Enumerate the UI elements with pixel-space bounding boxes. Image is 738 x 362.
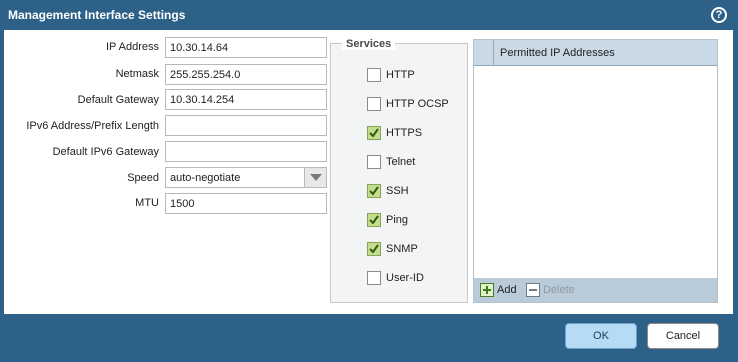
permitted-ip-column-header[interactable]: Permitted IP Addresses: [500, 47, 615, 59]
mtu-input[interactable]: [165, 193, 327, 214]
telnet-checkbox[interactable]: [367, 155, 381, 169]
grid-header: Permitted IP Addresses: [474, 40, 717, 66]
permitted-ip-grid: Permitted IP Addresses Add Delete: [473, 39, 718, 303]
speed-select-value: auto-negotiate: [170, 172, 241, 184]
add-label: Add: [497, 284, 517, 296]
telnet-label: Telnet: [386, 156, 416, 168]
help-icon[interactable]: ?: [711, 7, 727, 23]
ssh-label: SSH: [386, 185, 409, 197]
ip-address-label: IP Address: [106, 41, 159, 53]
services-legend: Services: [342, 38, 396, 50]
speed-select[interactable]: auto-negotiate: [165, 167, 327, 188]
netmask-label: Netmask: [115, 68, 159, 80]
ipv6-address-input[interactable]: [165, 115, 327, 136]
speed-label: Speed: [127, 172, 159, 184]
dialog-titlebar: Management Interface Settings ?: [0, 0, 738, 30]
checkmark-icon: [369, 244, 379, 254]
checkmark-icon: [369, 186, 379, 196]
ip-address-input[interactable]: [165, 37, 327, 58]
https-checkbox[interactable]: [367, 126, 381, 140]
ipv6-address-label: IPv6 Address/Prefix Length: [26, 120, 159, 132]
snmp-checkbox[interactable]: [367, 242, 381, 256]
checkmark-icon: [369, 215, 379, 225]
checkmark-icon: [369, 128, 379, 138]
http-label: HTTP: [386, 69, 415, 81]
https-label: HTTPS: [386, 127, 423, 139]
dialog-body: IP Address Netmask Default Gateway IPv6 …: [4, 30, 733, 314]
minus-icon: [526, 283, 540, 297]
ok-button-label: OK: [593, 330, 609, 342]
ping-checkbox[interactable]: [367, 213, 381, 227]
default-gateway-label: Default Gateway: [77, 94, 159, 106]
ssh-checkbox[interactable]: [367, 184, 381, 198]
cancel-button-label: Cancel: [665, 330, 701, 342]
chevron-down-icon[interactable]: [304, 168, 326, 187]
ipv6-gateway-input[interactable]: [165, 141, 327, 162]
dialog-title: Management Interface Settings: [8, 8, 186, 22]
http-ocsp-label: HTTP OCSP: [386, 98, 449, 110]
mtu-label: MTU: [135, 197, 159, 209]
cancel-button[interactable]: Cancel: [647, 323, 719, 349]
grid-footer-toolbar: Add Delete: [474, 278, 717, 302]
user-id-label: User-ID: [386, 272, 424, 284]
http-ocsp-checkbox[interactable]: [367, 97, 381, 111]
select-all-column[interactable]: [474, 40, 494, 65]
netmask-input[interactable]: [165, 64, 327, 85]
delete-label: Delete: [543, 284, 575, 296]
ping-label: Ping: [386, 214, 409, 226]
services-fieldset: [330, 43, 468, 303]
ok-button[interactable]: OK: [565, 323, 637, 349]
http-checkbox[interactable]: [367, 68, 381, 82]
user-id-checkbox[interactable]: [367, 271, 381, 285]
snmp-label: SNMP: [386, 243, 418, 255]
ipv6-gateway-label: Default IPv6 Gateway: [52, 146, 159, 158]
plus-icon: [480, 283, 494, 297]
default-gateway-input[interactable]: [165, 89, 327, 110]
